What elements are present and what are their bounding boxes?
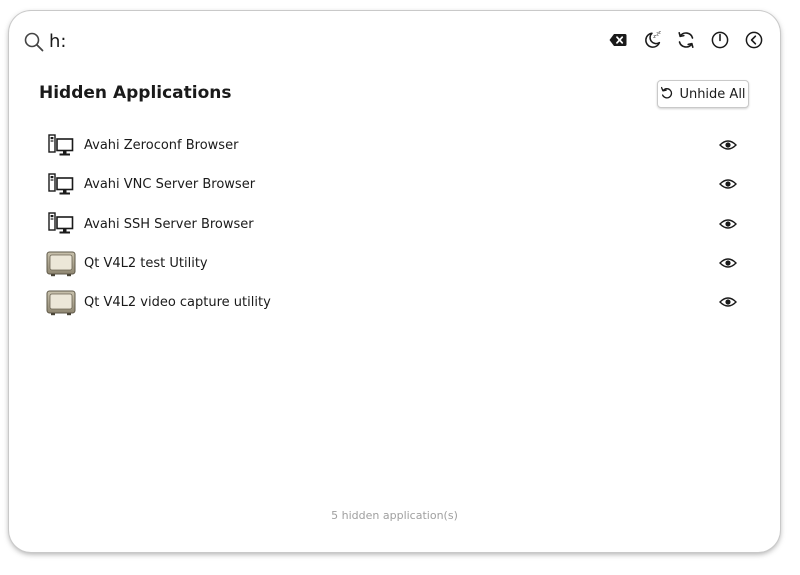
- app-name: Avahi Zeroconf Browser: [84, 138, 239, 154]
- backspace-icon: [609, 33, 627, 47]
- clear-search-button[interactable]: [608, 27, 628, 53]
- app-name: Qt V4L2 video capture utility: [84, 295, 271, 311]
- tv-monitor-icon: [46, 289, 76, 317]
- unhide-button[interactable]: [717, 136, 739, 156]
- app-name: Avahi SSH Server Browser: [84, 216, 254, 232]
- power-button[interactable]: [710, 27, 730, 53]
- unhide-button[interactable]: [717, 293, 739, 313]
- search-icon: [23, 31, 45, 53]
- power-icon: [710, 30, 730, 50]
- network-computer-icon: [46, 210, 76, 238]
- hidden-count-status: 5 hidden application(s): [331, 509, 458, 522]
- section-title: Hidden Applications: [39, 83, 232, 103]
- unhide-all-label: Unhide All: [679, 86, 746, 102]
- search-bar: z z z: [9, 11, 780, 69]
- list-item[interactable]: Qt V4L2 test Utility: [9, 244, 780, 283]
- hidden-app-list: Avahi Zeroconf Browser Avahi VNC Server …: [9, 126, 780, 322]
- network-computer-icon: [46, 171, 76, 199]
- unhide-button[interactable]: [717, 214, 739, 234]
- network-computer-icon: [46, 132, 76, 160]
- back-button[interactable]: [744, 27, 764, 53]
- sleep-button[interactable]: z z z: [642, 27, 662, 53]
- eye-icon: [719, 136, 737, 155]
- search-input[interactable]: [49, 26, 569, 56]
- list-item[interactable]: Avahi SSH Server Browser: [9, 205, 780, 244]
- unhide-button[interactable]: [717, 254, 739, 274]
- launcher-window: z z z: [9, 11, 780, 552]
- svg-text:z: z: [659, 30, 661, 34]
- eye-icon: [719, 215, 737, 234]
- refresh-button[interactable]: [676, 27, 696, 53]
- eye-icon: [719, 293, 737, 312]
- list-item[interactable]: Avahi Zeroconf Browser: [9, 126, 780, 165]
- sleep-moon-icon: z z z: [642, 30, 662, 50]
- undo-icon: [660, 86, 673, 103]
- eye-icon: [719, 175, 737, 194]
- back-arrow-icon: [744, 30, 764, 50]
- unhide-all-button[interactable]: Unhide All: [657, 80, 749, 108]
- list-item[interactable]: Avahi VNC Server Browser: [9, 165, 780, 204]
- app-name: Qt V4L2 test Utility: [84, 256, 208, 272]
- app-name: Avahi VNC Server Browser: [84, 177, 256, 193]
- list-item[interactable]: Qt V4L2 video capture utility: [9, 283, 780, 322]
- refresh-icon: [676, 30, 696, 50]
- unhide-button[interactable]: [717, 175, 739, 195]
- toolbar: z z z: [608, 27, 764, 53]
- eye-icon: [719, 254, 737, 273]
- tv-monitor-icon: [46, 250, 76, 278]
